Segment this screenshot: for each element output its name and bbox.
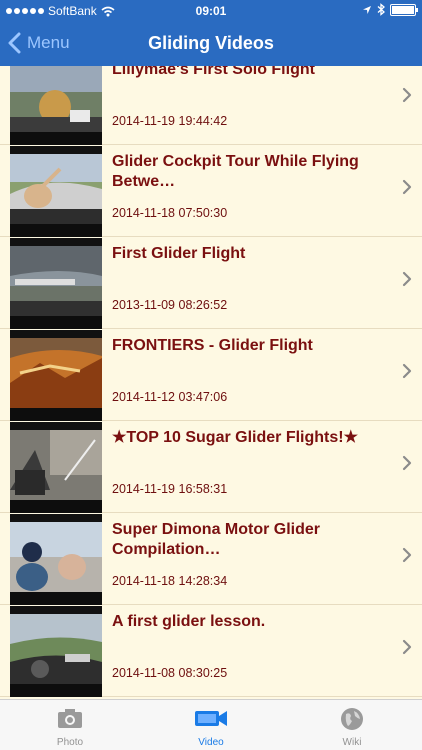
chevron-right-icon [402,547,412,563]
video-title: Glider Cockpit Tour While Flying Betwe… [112,153,359,190]
status-right [362,3,418,16]
location-arrow-icon [363,5,371,14]
video-row[interactable]: FRONTIERS - Glider Flight 2014-11-12 03:… [0,330,422,421]
video-row[interactable]: Super Dimona Motor Glider Compilation… 2… [0,514,422,605]
video-thumbnail [10,606,102,697]
video-row[interactable]: First Glider Flight 2013-11-09 08:26:52 [0,238,422,329]
tab-wiki[interactable]: Wiki [282,700,422,750]
chevron-right-icon [402,455,412,471]
chevron-left-icon [8,32,21,54]
video-title: Super Dimona Motor Glider Compilation… [112,521,321,558]
clock: 09:01 [195,4,227,18]
chevron-right-icon [402,271,412,287]
video-date: 2014-11-18 07:50:30 [112,206,228,220]
globe-icon [341,708,363,730]
video-thumbnail [10,514,102,605]
back-button[interactable]: Menu [8,32,70,54]
video-thumbnail [10,238,102,329]
video-row[interactable]: Glider Cockpit Tour While Flying Betwe… … [0,146,422,237]
video-date: 2014-11-18 14:28:34 [112,574,228,588]
video-date: 2013-11-09 08:26:52 [112,298,228,312]
chevron-right-icon [402,363,412,379]
video-date: 2014-11-08 08:30:25 [112,666,228,680]
tab-label: Video [198,737,224,748]
video-thumbnail [10,422,102,513]
video-date: 2014-11-19 19:44:42 [112,114,228,128]
tab-bar: Photo Video Wiki [0,699,422,750]
tab-label: Photo [56,737,84,748]
video-row[interactable]: ★TOP 10 Sugar Glider Flights!★ 2014-11-1… [0,422,422,513]
video-date: 2014-11-12 03:47:06 [112,390,228,404]
video-row[interactable]: A first glider lesson. 2014-11-08 08:30:… [0,606,422,697]
battery-icon [390,3,418,16]
chevron-right-icon [402,639,412,655]
video-list[interactable]: Lillymae's First Solo Flight 2014-11-19 … [0,66,422,699]
video-thumbnail [10,146,102,237]
back-label: Menu [27,33,70,52]
video-title: FRONTIERS - Glider Flight [112,337,313,354]
tab-photo[interactable]: Photo [0,700,140,750]
video-title: Lillymae's First Solo Flight [112,66,315,78]
navigation-bar: Menu Gliding Videos [0,22,422,66]
chevron-right-icon [402,87,412,103]
video-row[interactable]: Lillymae's First Solo Flight 2014-11-19 … [0,66,422,145]
video-date: 2014-11-19 16:58:31 [112,482,228,496]
video-title: First Glider Flight [112,245,246,262]
tab-label: Wiki [342,737,362,748]
status-bar: SoftBank 09:01 [0,0,422,22]
camera-icon [58,709,82,728]
video-title: A first glider lesson. [112,613,266,630]
bluetooth-icon [377,3,385,16]
video-thumbnail [10,330,102,421]
video-camera-icon [195,711,227,726]
video-title: ★TOP 10 Sugar Glider Flights!★ [112,429,358,446]
video-thumbnail [10,66,102,145]
chevron-right-icon [402,179,412,195]
tab-video[interactable]: Video [141,700,281,750]
